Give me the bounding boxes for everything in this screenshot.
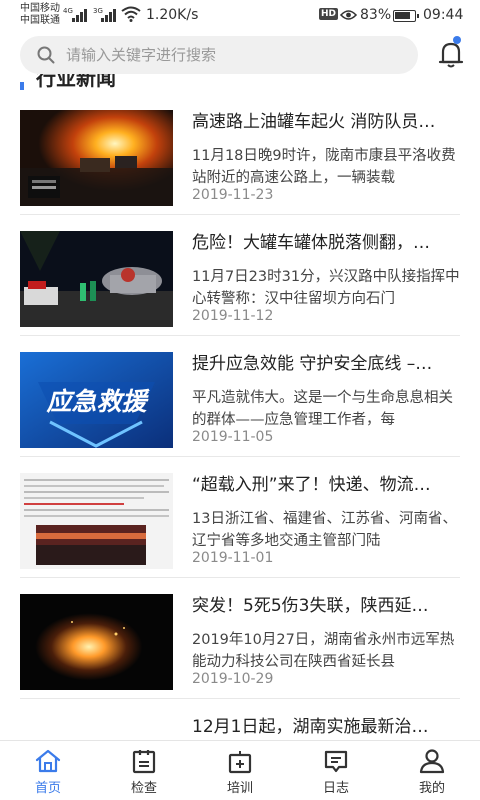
news-date: 2019-11-01 (192, 550, 274, 566)
section-title: 行业新闻 (36, 74, 116, 90)
search-input[interactable] (66, 36, 396, 74)
nav-label-profile: 我的 (418, 781, 445, 796)
carrier-1: 中国移动 (20, 3, 60, 14)
carrier-labels: 中国移动 中国联通 (20, 3, 60, 27)
signal-strength-1-icon (72, 8, 87, 22)
news-headline[interactable]: 提升应急效能 守护安全底线 –… (192, 352, 460, 376)
news-thumbnail-document[interactable] (20, 473, 173, 569)
news-summary: 11月18日晚9时许，陇南市康县平洛收费站附近的高速公路上，一辆装载 (192, 148, 456, 186)
news-date: 2019-10-29 (192, 671, 274, 687)
news-thumbnail-fire[interactable] (20, 110, 173, 206)
battery-percent: 83% (360, 7, 392, 23)
clock: 09:44 (423, 7, 464, 23)
nav-log[interactable]: 日志 (288, 741, 384, 800)
inspect-icon (132, 750, 156, 774)
nav-inspect[interactable]: 检查 (96, 741, 192, 800)
nav-label-inspect: 检查 (130, 781, 157, 796)
news-summary: 平凡造就伟大。这是一个与生命息息相关的群体——应急管理工作者，每 (192, 390, 453, 428)
profile-icon (419, 749, 445, 774)
battery-icon (393, 10, 419, 22)
notification-bell-icon[interactable] (437, 38, 465, 70)
news-headline[interactable]: 12月1日起，湖南实施最新治… (192, 715, 460, 739)
signal-strength-2-icon (101, 8, 116, 22)
status-bar: 中国移动 中国联通 4G 3G 1.20K/s HD 83% 09:44 (0, 0, 480, 32)
section-accent-bar (20, 82, 24, 90)
news-thumbnail-emergency[interactable]: 应急救援 (20, 352, 173, 448)
news-item[interactable]: 危险！大罐车罐体脱落侧翻，… 11月7日23时31分，兴汉路中队接指挥中心转警称… (0, 211, 480, 336)
nav-label-training: 培训 (226, 781, 253, 796)
news-summary: 11月7日23时31分，兴汉路中队接指挥中心转警称：汉中往留坝方向石门 (192, 269, 460, 307)
notification-dot (453, 36, 461, 44)
news-item[interactable]: 12月1日起，湖南实施最新治… (0, 695, 480, 740)
news-summary: 2019年10月27日，湖南省永州市远军热能动力科技公司在陕西省延长县 (192, 632, 455, 670)
nav-home[interactable]: 首页 (0, 741, 96, 800)
carrier-2: 中国联通 (20, 15, 60, 26)
news-date: 2019-11-23 (192, 187, 274, 203)
bottom-nav: 首页 检查 培训 日志 我的 (0, 740, 480, 800)
search-icon (37, 46, 55, 64)
thumbnail-caption: 应急救援 (45, 387, 150, 416)
nav-profile[interactable]: 我的 (384, 741, 480, 800)
news-headline[interactable]: “超载入刑”来了！快递、物流… (192, 473, 460, 497)
news-thumbnail[interactable] (20, 715, 173, 740)
news-item[interactable]: 突发！5死5伤3失联，陕西延… 2019年10月27日，湖南省永州市远军热能动力… (0, 574, 480, 699)
news-headline[interactable]: 高速路上油罐车起火 消防队员… (192, 110, 460, 134)
search-bar[interactable] (20, 36, 418, 74)
news-item[interactable]: “超载入刑”来了！快递、物流… 13日浙江省、福建省、江苏省、河南省、辽宁省等多… (0, 453, 480, 578)
nav-label-home: 首页 (34, 781, 61, 796)
wifi-icon (121, 6, 141, 22)
news-thumbnail-tanker[interactable] (20, 231, 173, 327)
news-list[interactable]: 高速路上油罐车起火 消防队员… 11月18日晚9时许，陇南市康县平洛收费站附近的… (0, 90, 480, 740)
news-headline[interactable]: 突发！5死5伤3失联，陕西延… (192, 594, 460, 618)
news-item[interactable]: 应急救援 提升应急效能 守护安全底线 –… 平凡造就伟大。这是一个与生命息息相关… (0, 332, 480, 457)
network-speed: 1.20K/s (146, 7, 199, 23)
news-date: 2019-11-05 (192, 429, 274, 445)
nav-training[interactable]: 培训 (192, 741, 288, 800)
news-date: 2019-11-12 (192, 308, 274, 324)
training-icon (228, 751, 252, 774)
eye-comfort-icon (340, 10, 357, 20)
news-summary: 13日浙江省、福建省、江苏省、河南省、辽宁省等多地交通主管部门陆 (192, 511, 457, 549)
news-item[interactable]: 高速路上油罐车起火 消防队员… 11月18日晚9时许，陇南市康县平洛收费站附近的… (0, 90, 480, 215)
section-heading: 行业新闻 (0, 74, 480, 90)
log-icon (324, 750, 348, 773)
news-thumbnail-night-fire[interactable] (20, 594, 173, 690)
home-icon (35, 749, 61, 773)
hd-badge: HD (319, 8, 339, 20)
news-headline[interactable]: 危险！大罐车罐体脱落侧翻，… (192, 231, 460, 255)
nav-label-log: 日志 (322, 781, 349, 796)
